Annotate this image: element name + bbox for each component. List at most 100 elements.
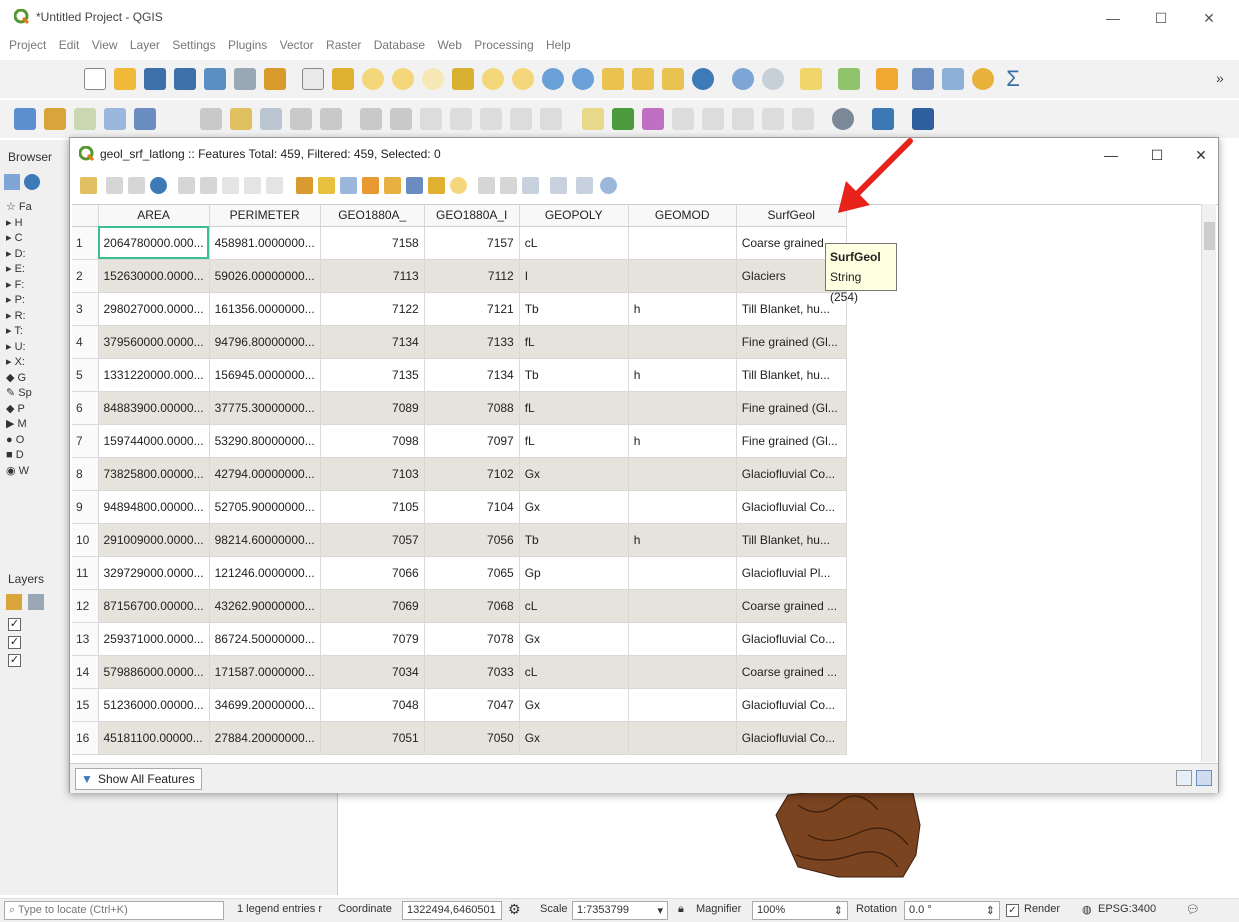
cell-geopoly[interactable]: fL bbox=[519, 391, 629, 425]
cell-geo1880a-i[interactable]: 7157 bbox=[424, 226, 520, 260]
invert-selection-icon[interactable] bbox=[340, 177, 357, 194]
paste-icon[interactable] bbox=[266, 177, 283, 194]
cell-geomod[interactable] bbox=[628, 622, 737, 656]
zoom-out-icon[interactable] bbox=[392, 68, 414, 90]
layout-manager-icon[interactable] bbox=[234, 68, 256, 90]
table-view-icon[interactable] bbox=[1196, 770, 1212, 786]
browser-item[interactable]: ▸ F: bbox=[6, 278, 70, 294]
cell-geo1880a-i[interactable]: 7047 bbox=[424, 688, 520, 722]
cut-features-icon[interactable] bbox=[420, 108, 442, 130]
cell-geo1880a-i[interactable]: 7088 bbox=[424, 391, 520, 425]
rotate-label-icon[interactable] bbox=[762, 108, 784, 130]
data-source-manager-icon[interactable] bbox=[44, 108, 66, 130]
cell-area[interactable]: 152630000.0000... bbox=[98, 259, 210, 293]
table-row[interactable]: 3 298027000.0000... 161356.0000000... 7122 7… bbox=[72, 292, 847, 326]
cell-geo1880a[interactable]: 7034 bbox=[320, 655, 425, 689]
cell-area[interactable]: 73825800.00000... bbox=[98, 457, 210, 491]
row-number[interactable]: 11 bbox=[72, 556, 99, 590]
style-manager-icon[interactable] bbox=[264, 68, 286, 90]
cell-geopoly[interactable]: Tb bbox=[519, 523, 629, 557]
browser-item[interactable]: ◆ P bbox=[6, 402, 70, 418]
cell-surfgeol[interactable]: Glaciofluvial Co... bbox=[736, 622, 847, 656]
select-all-icon[interactable] bbox=[318, 177, 335, 194]
cell-geo1880a-i[interactable]: 7078 bbox=[424, 622, 520, 656]
cell-surfgeol[interactable]: Fine grained (Gl... bbox=[736, 391, 847, 425]
cell-perimeter[interactable]: 171587.0000000... bbox=[209, 655, 321, 689]
browser-item[interactable]: ◉ W bbox=[6, 464, 70, 480]
table-row[interactable]: 2 152630000.0000... 59026.00000000... 7113 7… bbox=[72, 259, 847, 293]
cell-geopoly[interactable]: fL bbox=[519, 325, 629, 359]
cell-perimeter[interactable]: 42794.00000000... bbox=[209, 457, 321, 491]
toggle-extents-icon[interactable]: ⚙ bbox=[508, 901, 521, 918]
cell-geopoly[interactable]: Gx bbox=[519, 721, 629, 755]
zoom-next-icon[interactable] bbox=[572, 68, 594, 90]
cell-area[interactable]: 291009000.0000... bbox=[98, 523, 210, 557]
move-selection-to-top-icon[interactable] bbox=[406, 177, 423, 194]
copy-features-icon[interactable] bbox=[450, 108, 472, 130]
toggle-editing-icon[interactable] bbox=[80, 177, 97, 194]
add-delimited-icon[interactable] bbox=[134, 108, 156, 130]
cell-perimeter[interactable]: 34699.20000000... bbox=[209, 688, 321, 722]
delete-field-icon[interactable] bbox=[500, 177, 517, 194]
cell-geo1880a[interactable]: 7089 bbox=[320, 391, 425, 425]
paste-features-icon[interactable] bbox=[480, 108, 502, 130]
save-edits-icon[interactable] bbox=[128, 177, 145, 194]
undo-icon[interactable] bbox=[510, 108, 532, 130]
browser-item[interactable]: ▶ M bbox=[6, 417, 70, 433]
browser-item[interactable]: ☆ Fa bbox=[6, 200, 70, 216]
toolbar-overflow-icon[interactable]: » bbox=[1216, 70, 1224, 86]
python-console-icon[interactable] bbox=[872, 108, 894, 130]
cell-perimeter[interactable]: 156945.0000000... bbox=[209, 358, 321, 392]
save-as-icon[interactable] bbox=[174, 68, 196, 90]
zoom-to-selected-icon[interactable] bbox=[450, 177, 467, 194]
cell-perimeter[interactable]: 94796.80000000... bbox=[209, 325, 321, 359]
menu-web[interactable]: Web bbox=[437, 38, 461, 52]
table-row[interactable]: 10 291009000.0000... 98214.60000000... 7057… bbox=[72, 523, 847, 557]
menu-vector[interactable]: Vector bbox=[280, 38, 314, 52]
browser-item[interactable]: ▸ T: bbox=[6, 324, 70, 340]
add-layer-icon[interactable] bbox=[14, 108, 36, 130]
cell-perimeter[interactable]: 52705.90000000... bbox=[209, 490, 321, 524]
cell-geo1880a-i[interactable]: 7112 bbox=[424, 259, 520, 293]
close-button[interactable]: ✕ bbox=[1194, 8, 1224, 28]
lock-icon[interactable]: 🔒︎ bbox=[678, 903, 684, 916]
table-row[interactable]: 1 2064780000.000... 458981.0000000... 7158 7… bbox=[72, 226, 847, 260]
actions-icon[interactable] bbox=[600, 177, 617, 194]
menu-edit[interactable]: Edit bbox=[59, 38, 80, 52]
globe-icon[interactable]: ◍ bbox=[1082, 903, 1092, 916]
dialog-close-button[interactable]: ✕ bbox=[1186, 144, 1216, 166]
cell-area[interactable]: 94894800.00000... bbox=[98, 490, 210, 524]
redo-icon[interactable] bbox=[540, 108, 562, 130]
column-header-perimeter[interactable]: PERIMETER bbox=[209, 205, 321, 227]
cell-geomod[interactable] bbox=[628, 721, 737, 755]
row-number[interactable]: 2 bbox=[72, 259, 99, 293]
cell-perimeter[interactable]: 37775.30000000... bbox=[209, 391, 321, 425]
menu-view[interactable]: View bbox=[92, 38, 118, 52]
cell-geo1880a-i[interactable]: 7121 bbox=[424, 292, 520, 326]
cell-geopoly[interactable]: cL bbox=[519, 226, 629, 260]
cell-geomod[interactable]: h bbox=[628, 292, 737, 326]
identify-features-icon[interactable] bbox=[732, 68, 754, 90]
cell-surfgeol[interactable]: Fine grained (Gl... bbox=[736, 424, 847, 458]
show-all-features-button[interactable]: ▼ Show All Features bbox=[75, 768, 202, 790]
delete-selected-icon[interactable] bbox=[390, 108, 412, 130]
cell-area[interactable]: 2064780000.000... bbox=[98, 226, 210, 260]
cell-area[interactable]: 51236000.00000... bbox=[98, 688, 210, 722]
cell-geo1880a[interactable]: 7134 bbox=[320, 325, 425, 359]
row-number[interactable]: 6 bbox=[72, 391, 99, 425]
new-3d-view-icon[interactable] bbox=[632, 68, 654, 90]
table-row[interactable]: 5 1331220000.000... 156945.0000000... 7135 7… bbox=[72, 358, 847, 392]
add-feature-icon[interactable] bbox=[178, 177, 195, 194]
new-map-view-icon[interactable] bbox=[602, 68, 624, 90]
pan-to-selection-icon[interactable] bbox=[332, 68, 354, 90]
menu-help[interactable]: Help bbox=[546, 38, 571, 52]
change-label-icon[interactable] bbox=[792, 108, 814, 130]
row-number[interactable]: 13 bbox=[72, 622, 99, 656]
menu-database[interactable]: Database bbox=[374, 38, 425, 52]
messages-icon[interactable]: 💬︎ bbox=[1186, 903, 1200, 916]
cell-surfgeol[interactable]: Glaciofluvial Co... bbox=[736, 688, 847, 722]
label-abc-icon[interactable] bbox=[582, 108, 604, 130]
browser-item[interactable]: ■ D bbox=[6, 448, 70, 464]
sigma-icon[interactable]: Σ bbox=[1002, 68, 1024, 90]
menu-project[interactable]: Project bbox=[9, 38, 46, 52]
